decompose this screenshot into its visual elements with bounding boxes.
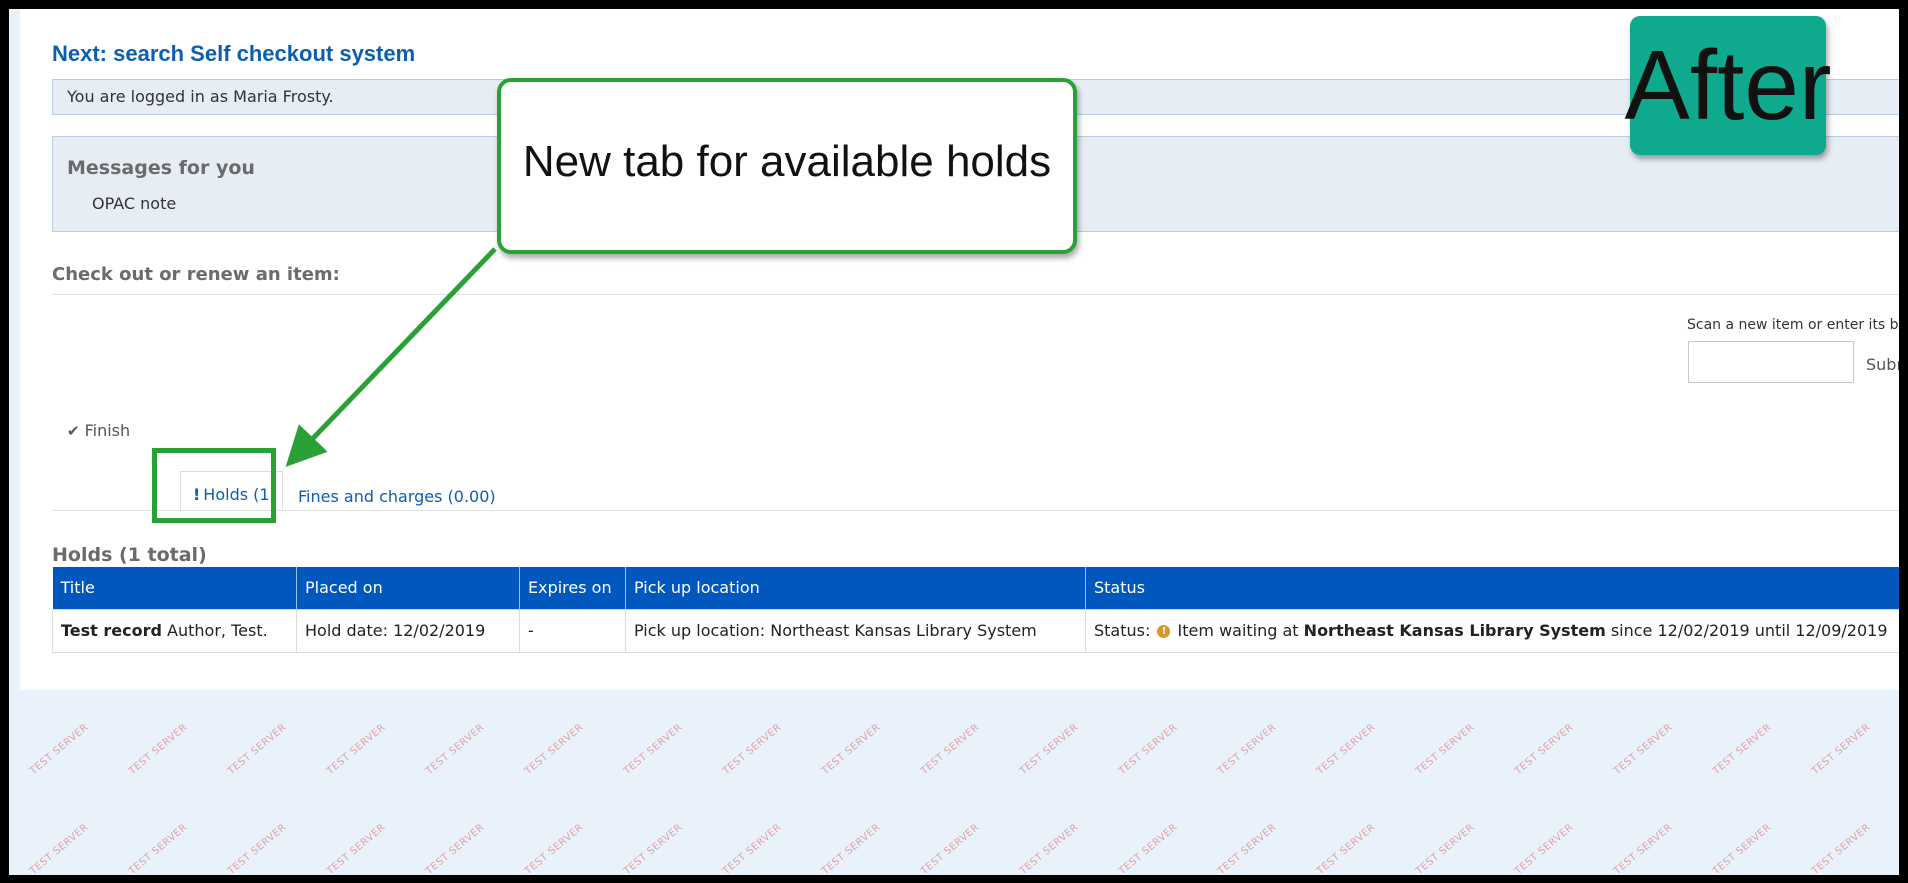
record-author: Author, Test.	[161, 621, 268, 640]
screenshot-frame: TEST SERVER TEST SERVER TEST SERVER TEST SE…	[9, 9, 1899, 875]
barcode-input[interactable]	[1688, 341, 1854, 383]
page-heading-link[interactable]: Next: search Self checkout system	[52, 41, 415, 67]
watermark-text: TEST SERVER	[1413, 721, 1477, 778]
status-location: Northeast Kansas Library System	[1303, 621, 1606, 640]
watermark-text: TEST SERVER	[1512, 821, 1576, 875]
tab-fines-and-charges[interactable]: Fines and charges (0.00)	[298, 487, 496, 506]
cell-expires-on: -	[519, 608, 626, 653]
holds-table: Title Placed on Expires on Pick up locat…	[52, 567, 1899, 653]
watermark-text: TEST SERVER	[1809, 821, 1873, 875]
watermark-text: TEST SERVER	[1116, 721, 1180, 778]
watermark-text: TEST SERVER	[1116, 821, 1180, 875]
watermark-text: TEST SERVER	[1413, 821, 1477, 875]
watermark-text: TEST SERVER	[423, 821, 487, 875]
watermark-text: TEST SERVER	[1215, 821, 1279, 875]
column-header-expires-on[interactable]: Expires on	[519, 567, 626, 609]
table-row: Test record Author, Test. Hold date: 12/…	[52, 608, 1899, 653]
status-suffix: since 12/02/2019 until 12/09/2019	[1605, 621, 1888, 640]
watermark-text: TEST SERVER	[918, 721, 982, 778]
cell-status: Status: ! Item waiting at Northeast Kans…	[1085, 608, 1899, 653]
watermark-text: TEST SERVER	[621, 721, 685, 778]
status-prefix: Status:	[1094, 621, 1151, 640]
watermark-text: TEST SERVER	[27, 821, 91, 875]
watermark-text: TEST SERVER	[720, 821, 784, 875]
watermark-text: TEST SERVER	[1710, 721, 1774, 778]
warning-circle-icon: !	[1157, 625, 1171, 638]
watermark-text: TEST SERVER	[522, 821, 586, 875]
cell-title: Test record Author, Test.	[52, 608, 297, 653]
watermark-text: TEST SERVER	[1611, 721, 1675, 778]
finish-label: Finish	[84, 421, 131, 440]
watermark-text: TEST SERVER	[1017, 821, 1081, 875]
watermark-text: TEST SERVER	[1611, 821, 1675, 875]
after-badge: After	[1625, 16, 1831, 155]
watermark-text: TEST SERVER	[225, 721, 289, 778]
watermark-text: TEST SERVER	[423, 721, 487, 778]
table-header-row: Title Placed on Expires on Pick up locat…	[52, 567, 1899, 609]
tab-holds-label: Holds (1)	[203, 485, 276, 504]
record-title: Test record	[61, 621, 162, 640]
column-header-title[interactable]: Title	[52, 567, 297, 609]
exclamation-icon: !	[193, 485, 201, 504]
login-status-text: You are logged in as Maria Frosty.	[67, 87, 334, 106]
watermark-text: TEST SERVER	[918, 821, 982, 875]
watermark-text: TEST SERVER	[1215, 721, 1279, 778]
watermark-text: TEST SERVER	[126, 721, 190, 778]
callout-box: New tab for available holds	[497, 78, 1077, 254]
submit-button[interactable]: Subm	[1866, 355, 1899, 374]
watermark-text: TEST SERVER	[522, 721, 586, 778]
column-header-status[interactable]: Status	[1085, 567, 1899, 609]
column-header-pickup-location[interactable]: Pick up location	[625, 567, 1086, 609]
scan-label: Scan a new item or enter its barco	[1687, 317, 1899, 333]
watermark-text: TEST SERVER	[1314, 821, 1378, 875]
messages-title: Messages for you	[67, 157, 255, 179]
watermark-text: TEST SERVER	[27, 721, 91, 778]
section-divider	[52, 294, 1899, 295]
checkout-section-title: Check out or renew an item:	[52, 264, 340, 285]
messages-note: OPAC note	[92, 194, 177, 213]
watermark-text: TEST SERVER	[819, 721, 883, 778]
watermark-text: TEST SERVER	[819, 821, 883, 875]
watermark-text: TEST SERVER	[621, 821, 685, 875]
tabs-divider	[52, 510, 1899, 511]
holds-title: Holds (1 total)	[52, 544, 207, 566]
watermark-text: TEST SERVER	[1512, 721, 1576, 778]
tab-holds[interactable]: ! Holds (1)	[180, 471, 283, 511]
watermark-text: TEST SERVER	[126, 821, 190, 875]
finish-button[interactable]: ✔ Finish	[67, 421, 130, 440]
watermark-text: TEST SERVER	[324, 721, 388, 778]
callout-text: New tab for available holds	[522, 137, 1052, 186]
watermark-text: TEST SERVER	[1314, 721, 1378, 778]
checkmark-icon: ✔	[67, 422, 80, 440]
watermark-text: TEST SERVER	[1017, 721, 1081, 778]
watermark-text: TEST SERVER	[1710, 821, 1774, 875]
column-header-placed-on[interactable]: Placed on	[296, 567, 520, 609]
after-badge-text: After	[1624, 30, 1832, 140]
watermark-text: TEST SERVER	[720, 721, 784, 778]
cell-placed-on: Hold date: 12/02/2019	[296, 608, 520, 653]
cell-pickup-location: Pick up location: Northeast Kansas Libra…	[625, 608, 1086, 653]
watermark-text: TEST SERVER	[324, 821, 388, 875]
watermark-text: TEST SERVER	[1809, 721, 1873, 778]
status-mid: Item waiting at	[1172, 621, 1304, 640]
watermark-text: TEST SERVER	[225, 821, 289, 875]
